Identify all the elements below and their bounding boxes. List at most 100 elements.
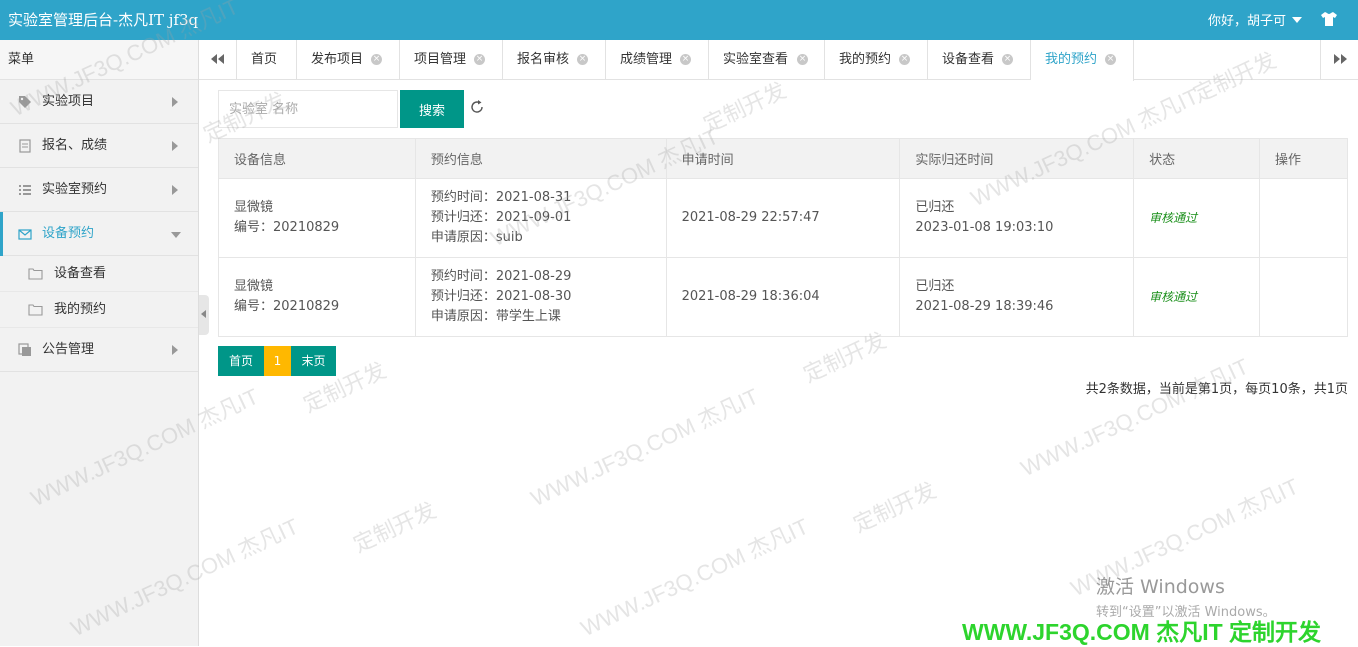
reserve-time: 预约时间：2021-08-31 — [430, 190, 572, 205]
device-name: 显微镜 — [234, 279, 274, 294]
tab-publish-project[interactable]: 发布项目 × — [297, 40, 400, 79]
tab-project-management[interactable]: 项目管理 × — [400, 40, 503, 79]
apply-reason: 申请原因：带学生上课 — [430, 309, 561, 324]
sidebar-item-experiments[interactable]: 实验项目 — [0, 80, 198, 124]
app-title: 实验室管理后台-杰凡IT jf3q — [8, 11, 199, 29]
sidebar-subitem-device-view[interactable]: 设备查看 — [0, 256, 198, 292]
apply-time-cell: 2021-08-29 22:57:47 — [665, 178, 901, 258]
device-number: 编号：20210829 — [234, 220, 340, 235]
close-icon[interactable]: × — [1002, 54, 1013, 65]
planned-return: 预计归还：2021-08-30 — [430, 289, 572, 304]
return-status: 已归还 — [915, 200, 955, 215]
copy-icon — [18, 343, 31, 356]
tab-my-reservations-active[interactable]: 我的预约 × — [1031, 40, 1134, 81]
document-icon — [19, 139, 31, 153]
watermark-text: WWW.JF3Q.COM 杰凡IT — [526, 383, 763, 512]
close-icon[interactable]: × — [680, 54, 691, 65]
close-icon[interactable]: × — [797, 54, 808, 65]
search-input[interactable] — [218, 90, 398, 128]
watermark-text: 定制开发 — [349, 497, 440, 558]
user-menu[interactable]: 你好，胡子可 — [1208, 10, 1286, 29]
tab-device-view[interactable]: 设备查看 × — [928, 40, 1031, 79]
chevron-left-icon — [201, 310, 206, 318]
sidebar-item-device-reservation[interactable]: 设备预约 — [0, 212, 198, 256]
reservation-table: 设备信息 预约信息 申请时间 实际归还时间 状态 操作 显微镜 编号：20210… — [218, 138, 1348, 337]
sidebar-item-label: 公告管理 — [42, 342, 95, 357]
tab-my-reservations-1[interactable]: 我的预约 × — [825, 40, 928, 79]
planned-return: 预计归还：2021-09-01 — [430, 210, 572, 225]
list-icon — [19, 185, 31, 195]
sidebar-item-signup-scores[interactable]: 报名、成绩 — [0, 124, 198, 168]
device-name: 显微镜 — [234, 200, 274, 215]
tab-label: 报名审核 — [517, 52, 570, 67]
theme-shirt-icon[interactable] — [1320, 10, 1338, 28]
tab-label: 实验室查看 — [723, 52, 789, 67]
tab-bar: 首页 发布项目 × 项目管理 × 报名审核 × 成绩管理 × 实验室查看 × 我… — [199, 40, 1358, 81]
page-number-current[interactable]: 1 — [264, 346, 291, 376]
chevron-right-icon — [172, 97, 178, 107]
status-badge: 审核通过 — [1149, 210, 1198, 225]
watermark-text: 定制开发 — [849, 477, 940, 538]
sidebar-item-label: 实验项目 — [42, 94, 95, 109]
close-icon[interactable]: × — [577, 54, 588, 65]
return-time: 2021-08-29 18:39:46 — [915, 299, 1054, 314]
folder-icon — [28, 304, 43, 316]
device-info-cell: 显微镜 编号：20210829 — [218, 178, 416, 258]
chevron-down-icon — [171, 232, 181, 238]
tab-scroll-left-button[interactable] — [199, 40, 237, 79]
chevron-right-icon — [172, 345, 178, 355]
sidebar-item-lab-reservation[interactable]: 实验室预约 — [0, 168, 198, 212]
double-chevron-left-icon — [211, 54, 224, 64]
top-header: 实验室管理后台-杰凡IT jf3q 你好，胡子可 — [0, 0, 1358, 40]
refresh-icon[interactable] — [468, 98, 486, 116]
device-number: 编号：20210829 — [234, 299, 340, 314]
chevron-right-icon — [172, 141, 178, 151]
watermark-text: WWW.JF3Q.COM 杰凡IT — [576, 513, 813, 642]
sidebar-subitem-my-reservations[interactable]: 我的预约 — [0, 292, 198, 328]
device-info-cell: 显微镜 编号：20210829 — [218, 257, 416, 337]
sidebar-item-label: 设备预约 — [42, 226, 95, 241]
status-cell: 审核通过 — [1133, 257, 1261, 337]
close-icon[interactable]: × — [474, 54, 485, 65]
chevron-down-icon[interactable] — [1292, 17, 1302, 23]
reservation-info-cell: 预约时间：2021-08-31 预计归还：2021-09-01 申请原因：sui… — [414, 178, 667, 258]
reservation-info-cell: 预约时间：2021-08-29 预计归还：2021-08-30 申请原因：带学生… — [414, 257, 667, 337]
close-icon[interactable]: × — [899, 54, 910, 65]
tab-lab-view[interactable]: 实验室查看 × — [709, 40, 825, 79]
tab-label: 我的预约 — [839, 52, 892, 67]
watermark-text: 定制开发 — [699, 77, 790, 138]
sidebar-item-announcements[interactable]: 公告管理 — [0, 328, 198, 372]
double-chevron-right-icon — [1334, 54, 1347, 64]
column-header: 状态 — [1133, 138, 1261, 179]
apply-time-cell: 2021-08-29 18:36:04 — [665, 257, 901, 337]
table-row: 显微镜 编号：20210829 预约时间：2021-08-29 预计归还：202… — [218, 257, 1348, 337]
tab-label: 我的预约 — [1045, 52, 1098, 67]
return-time-cell: 已归还 2021-08-29 18:39:46 — [899, 257, 1135, 337]
tab-score-management[interactable]: 成绩管理 × — [606, 40, 709, 79]
sidebar: 菜单 实验项目 报名、成绩 实验室预约 设备预约 设备查看 我的预约 公告管理 — [0, 40, 199, 646]
tab-home[interactable]: 首页 — [237, 40, 297, 79]
sidebar-menu-title: 菜单 — [0, 40, 198, 80]
status-badge: 审核通过 — [1149, 289, 1198, 304]
folder-icon — [28, 268, 43, 280]
tab-label: 发布项目 — [311, 52, 364, 67]
first-page-button[interactable]: 首页 — [218, 346, 264, 376]
reserve-time: 预约时间：2021-08-29 — [430, 269, 572, 284]
column-header: 操作 — [1259, 138, 1348, 179]
tab-scroll-right-button[interactable] — [1320, 40, 1358, 79]
pagination-info: 共2条数据，当前是第1页，每页10条，共1页 — [1085, 382, 1348, 397]
tab-signup-review[interactable]: 报名审核 × — [503, 40, 606, 79]
action-cell — [1259, 178, 1348, 258]
tab-label: 项目管理 — [414, 52, 467, 67]
last-page-button[interactable]: 末页 — [291, 346, 336, 376]
close-icon[interactable]: × — [1105, 54, 1116, 65]
close-icon[interactable]: × — [371, 54, 382, 65]
search-button[interactable]: 搜索 — [400, 90, 464, 128]
return-status: 已归还 — [915, 279, 955, 294]
sidebar-subitem-label: 设备查看 — [54, 266, 107, 281]
table-row: 显微镜 编号：20210829 预约时间：2021-08-31 预计归还：202… — [218, 178, 1348, 258]
tab-label: 设备查看 — [942, 52, 995, 67]
column-header: 实际归还时间 — [899, 138, 1135, 179]
sidebar-collapse-handle[interactable] — [199, 295, 209, 335]
tab-label: 成绩管理 — [620, 52, 673, 67]
